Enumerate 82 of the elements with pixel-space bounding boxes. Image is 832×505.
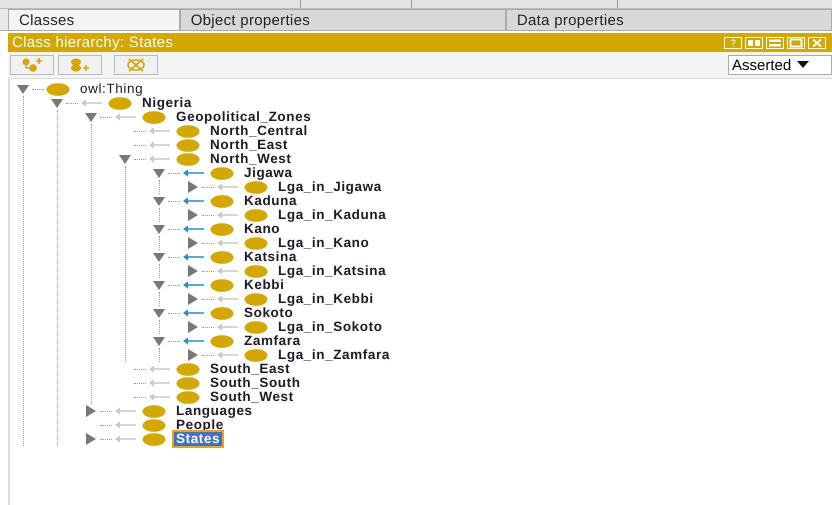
class-icon xyxy=(176,362,200,376)
class-icon xyxy=(244,236,268,250)
class-icon xyxy=(210,278,234,292)
class-label[interactable]: Lga_in_Kebbi xyxy=(276,292,376,306)
class-icon xyxy=(210,222,234,236)
expanded-triangle-icon[interactable] xyxy=(153,307,165,319)
class-label[interactable]: North_East xyxy=(208,138,290,152)
collapsed-triangle-icon[interactable] xyxy=(187,321,199,333)
class-label[interactable]: States xyxy=(174,432,222,446)
class-label[interactable]: Kebbi xyxy=(242,278,287,292)
class-icon xyxy=(210,334,234,348)
class-icon xyxy=(176,390,200,404)
class-label[interactable]: Katsina xyxy=(242,250,299,264)
class-icon xyxy=(210,306,234,320)
expanded-triangle-icon[interactable] xyxy=(51,97,63,109)
class-label[interactable]: People xyxy=(174,418,226,432)
class-icon xyxy=(244,180,268,194)
class-icon xyxy=(142,418,166,432)
class-icon xyxy=(176,124,200,138)
tab[interactable]: Object properties xyxy=(180,9,506,30)
class-icon xyxy=(244,264,268,278)
class-label[interactable]: Kaduna xyxy=(242,194,300,208)
class-label[interactable]: Jigawa xyxy=(242,166,295,180)
tab[interactable]: Data properties xyxy=(506,9,832,30)
expanded-triangle-icon[interactable] xyxy=(153,195,165,207)
expanded-triangle-icon[interactable] xyxy=(85,111,97,123)
expanded-triangle-icon[interactable] xyxy=(153,223,165,235)
expanded-triangle-icon[interactable] xyxy=(153,335,165,347)
class-label[interactable]: North_Central xyxy=(208,124,310,138)
expanded-triangle-icon[interactable] xyxy=(153,279,165,291)
class-icon xyxy=(142,404,166,418)
class-label[interactable]: Sokoto xyxy=(242,306,296,320)
class-icon xyxy=(244,292,268,306)
class-icon xyxy=(142,110,166,124)
class-icon xyxy=(176,152,200,166)
class-label[interactable]: Nigeria xyxy=(140,96,194,110)
class-label[interactable]: Lga_in_Kano xyxy=(276,236,372,250)
collapsed-triangle-icon[interactable] xyxy=(187,237,199,249)
collapsed-triangle-icon[interactable] xyxy=(187,293,199,305)
class-label[interactable]: Geopolitical_Zones xyxy=(174,110,314,124)
class-label[interactable]: North_West xyxy=(208,152,294,166)
class-icon xyxy=(176,376,200,390)
class-label[interactable]: Lga_in_Katsina xyxy=(276,264,388,278)
collapsed-triangle-icon[interactable] xyxy=(85,433,97,445)
class-icon xyxy=(176,138,200,152)
view-controls-icon[interactable] xyxy=(724,36,828,48)
class-label[interactable]: Languages xyxy=(174,404,255,418)
class-icon xyxy=(210,250,234,264)
class-label[interactable]: Lga_in_Sokoto xyxy=(276,320,385,334)
class-icon xyxy=(142,432,166,446)
class-label[interactable]: South_West xyxy=(208,390,296,404)
delete-class-icon xyxy=(125,58,147,72)
class-label[interactable]: South_South xyxy=(208,376,303,390)
expanded-triangle-icon[interactable] xyxy=(153,251,165,263)
class-icon xyxy=(244,320,268,334)
class-label[interactable]: Lga_in_Zamfara xyxy=(276,348,392,362)
collapsed-triangle-icon[interactable] xyxy=(187,181,199,193)
class-icon xyxy=(210,194,234,208)
dropdown-caret-icon xyxy=(797,61,810,69)
class-icon xyxy=(244,348,268,362)
class-icon xyxy=(244,208,268,222)
collapsed-triangle-icon[interactable] xyxy=(187,349,199,361)
class-label[interactable]: Lga_in_Jigawa xyxy=(276,180,384,194)
add-subclass-icon xyxy=(21,58,43,72)
class-label[interactable]: Zamfara xyxy=(242,334,303,348)
class-label[interactable]: owl:Thing xyxy=(78,82,146,96)
add-sibling-icon xyxy=(69,58,91,72)
collapsed-triangle-icon[interactable] xyxy=(85,405,97,417)
tab[interactable]: Classes xyxy=(8,9,180,30)
expanded-triangle-icon[interactable] xyxy=(119,153,131,165)
class-label[interactable]: Lga_in_Kaduna xyxy=(276,208,388,222)
class-label[interactable]: South_East xyxy=(208,362,292,376)
class-label[interactable]: Kano xyxy=(242,222,282,236)
panel-title: Class hierarchy: States xyxy=(12,34,174,51)
collapsed-triangle-icon[interactable] xyxy=(187,265,199,277)
class-icon xyxy=(108,96,132,110)
class-icon xyxy=(210,166,234,180)
expanded-triangle-icon[interactable] xyxy=(153,167,165,179)
collapsed-triangle-icon[interactable] xyxy=(187,209,199,221)
expanded-triangle-icon[interactable] xyxy=(17,83,29,95)
view-mode-dropdown[interactable]: Asserted xyxy=(728,55,832,75)
class-icon xyxy=(46,82,70,96)
